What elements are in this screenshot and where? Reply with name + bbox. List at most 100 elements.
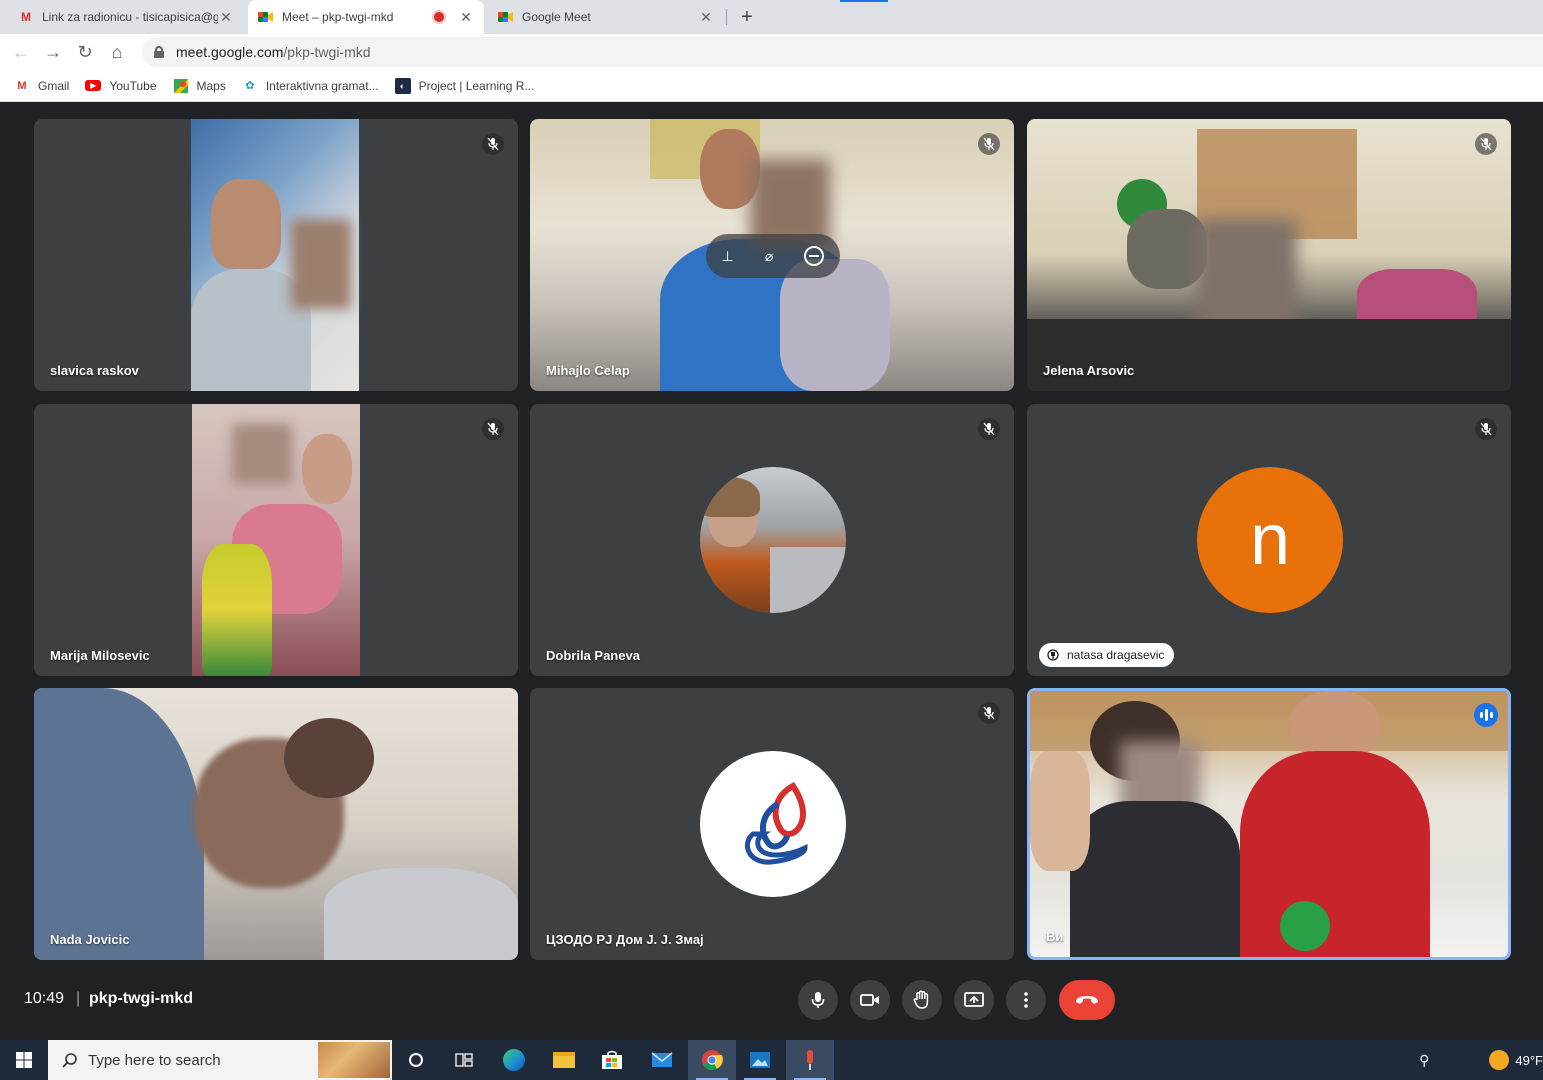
task-view-button[interactable] [440,1040,488,1080]
raise-hand-icon [913,990,929,1009]
meeting-clock: 10:49 [24,990,65,1007]
meet-icon [498,9,514,25]
participant-tile[interactable]: ⊥ ⌀ Mihajlo Celap [530,119,1014,391]
participant-name: slavica raskov [50,363,139,378]
pin-icon [1047,649,1059,661]
tab-separator [726,9,727,25]
mic-off-icon[interactable]: ⌀ [765,248,773,265]
meet-icon [258,9,274,25]
mic-button[interactable] [798,980,838,1020]
participant-tile[interactable]: slavica raskov [34,119,518,391]
chrome-icon [702,1050,723,1071]
participant-name: Jelena Arsovic [1043,363,1135,378]
url-text: meet.google.com/pkp-twgi-mkd [176,44,371,60]
more-options-button[interactable] [1006,980,1046,1020]
bookmarks-bar: M Gmail ▶ YouTube Maps ✿ Interaktivna gr… [0,70,1543,102]
mic-off-icon [978,418,1000,440]
participant-tile[interactable]: n natasa dragasevic [1027,404,1511,676]
avatar-letter: n [1249,500,1291,580]
bookmark-label: Maps [196,78,226,93]
end-call-button[interactable] [1059,980,1115,1020]
participant-avatar: n [1197,467,1343,613]
mic-icon [811,992,825,1008]
participant-name: ЦЗОДО РЈ Дом Ј. Ј. Змај [546,932,704,947]
present-icon [964,992,984,1007]
windows-icon [16,1052,32,1068]
tab-meet-active[interactable]: Meet – pkp-twgi-mkd ✕ [248,0,484,34]
participant-tile[interactable]: Nada Jovicic [34,688,518,960]
forward-button[interactable]: → [42,41,64,63]
participant-name: Mihajlo Celap [546,363,630,378]
taskbar-chrome[interactable] [688,1040,736,1080]
mail-icon [651,1052,673,1067]
reload-button[interactable]: ↻ [74,41,96,63]
close-icon[interactable]: ✕ [698,9,714,26]
participant-tile[interactable]: ЦЗОДО РЈ Дом Ј. Ј. Змај [530,688,1014,960]
pin-icon[interactable]: ⊥ [722,248,734,265]
recording-icon [434,12,444,22]
participant-name: Nada Jovicic [50,932,130,947]
participant-video [1030,691,1508,957]
gmail-icon: M [21,10,31,24]
home-button[interactable]: ⌂ [106,41,128,63]
browser-toolbar: ← → ↻ ⌂ meet.google.com/pkp-twgi-mkd [0,34,1543,70]
youtube-icon: ▶ [85,80,102,91]
taskbar-mail[interactable] [638,1040,686,1080]
weather-icon[interactable] [1489,1050,1510,1070]
participant-tile[interactable]: Dobrila Paneva [530,404,1014,676]
taskbar-search-box[interactable]: Type here to search [48,1040,392,1080]
taskbar-edge[interactable] [490,1040,538,1080]
bookmark-label: YouTube [109,78,157,93]
meet-stage: slavica raskov ⊥ ⌀ Mihajlo Celap Jelena … [0,103,1543,1038]
bookmark-interaktivna[interactable]: ✿ Interaktivna gramat... [242,78,379,94]
raise-hand-button[interactable] [902,980,942,1020]
windows-taskbar: Type here to search ⚲ 49°F [0,1040,1543,1080]
camera-button[interactable] [850,980,890,1020]
mic-off-icon [1475,418,1497,440]
remove-icon[interactable] [804,246,825,266]
weather-temperature[interactable]: 49°F [1515,1053,1543,1068]
participant-name: natasa dragasevic [1067,648,1165,662]
taskbar-file-explorer[interactable] [540,1040,588,1080]
taskbar-store[interactable] [588,1040,636,1080]
back-button[interactable]: ← [10,41,32,63]
present-button[interactable] [954,980,994,1020]
mic-off-icon [1475,133,1497,155]
tab-google-meet[interactable]: Google Meet ✕ [488,0,724,34]
participant-tile[interactable]: Marija Milosevic [34,404,518,676]
store-icon [602,1050,622,1069]
mic-off-icon [482,133,504,155]
start-button[interactable] [0,1040,48,1080]
maps-icon [173,78,189,94]
photos-icon [750,1052,770,1068]
close-icon[interactable]: ✕ [218,9,234,26]
bookmark-project[interactable]: ◐ Project | Learning R... [394,77,534,94]
cortana-icon [409,1053,423,1067]
close-icon[interactable]: ✕ [458,9,474,26]
participant-name: Dobrila Paneva [546,648,640,663]
participant-tile-self[interactable]: Ви [1027,688,1511,960]
cortana-button[interactable] [392,1040,440,1080]
bookmark-youtube[interactable]: ▶ YouTube [85,78,157,93]
tab-title: Google Meet [522,10,591,24]
project-icon: ◐ [394,77,411,94]
lock-icon [154,46,164,58]
taskbar-photos[interactable] [736,1040,784,1080]
tab-gmail[interactable]: M Link za radionicu - tisicapisica@g ✕ [8,0,244,34]
participant-tile[interactable]: Jelena Arsovic [1027,119,1511,391]
participant-video [34,688,518,960]
bookmark-label: Interaktivna gramat... [265,78,379,93]
address-bar[interactable]: meet.google.com/pkp-twgi-mkd [142,37,1543,67]
organization-logo [745,782,808,865]
new-tab-button[interactable]: + [736,6,758,28]
bookmark-gmail[interactable]: M Gmail [14,78,69,94]
mic-off-icon [978,133,1000,155]
taskbar-app[interactable] [786,1040,834,1080]
meeting-code: pkp-twgi-mkd [89,990,193,1007]
search-icon [62,1053,77,1068]
gmail-icon: M [17,79,27,92]
mic-off-icon [978,702,1000,724]
bookmark-maps[interactable]: Maps [173,78,226,94]
meeting-control-bar: 10:49 | pkp-twgi-mkd [0,970,1543,1030]
people-icon[interactable]: ⚲ [1419,1052,1429,1069]
